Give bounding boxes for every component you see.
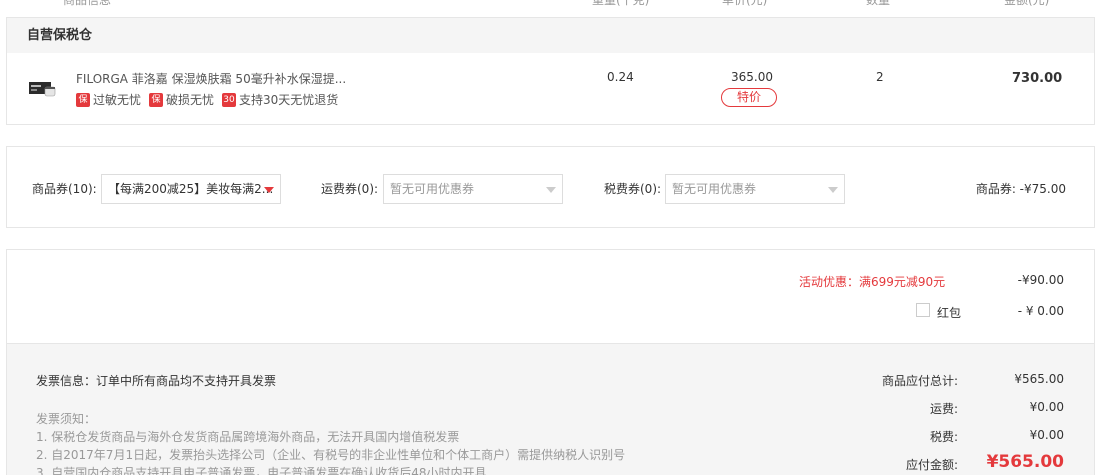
redpacket-value: - ¥ 0.00	[1017, 304, 1064, 318]
promotion-label: 活动优惠：满699元减90元	[799, 275, 946, 289]
invoice-note: 1. 保税仓发货商品与海外仓发货商品属跨境海外商品，无法开具国内增值税发票	[36, 430, 460, 444]
header-amount: 金额(元)	[1004, 0, 1050, 7]
promotion-value: -¥90.00	[1017, 273, 1064, 287]
payable-label: 应付金额:	[905, 458, 958, 472]
product-weight: 0.24	[607, 70, 634, 84]
header-quantity: 数量	[866, 0, 891, 7]
shipping-total-label: 运费:	[929, 402, 958, 416]
shipping-coupon-label: 运费券(0):	[321, 182, 379, 196]
tax-total-value: ¥0.00	[1029, 428, 1064, 442]
tax-coupon-value: 暂无可用优惠券	[672, 182, 757, 196]
shipping-coupon-select[interactable]: 暂无可用优惠券	[383, 174, 563, 204]
chevron-down-icon	[264, 187, 274, 193]
tax-total-label: 税费:	[929, 430, 958, 444]
payable-value: ¥565.00	[986, 452, 1064, 472]
invoice-info: 发票信息：订单中所有商品均不支持开具发票	[36, 374, 277, 388]
product-amount: 730.00	[1012, 71, 1063, 86]
return-30-icon: 30	[222, 92, 237, 107]
header-weight: 重量(千克)	[592, 0, 650, 7]
product-name-link[interactable]: FILORGA 菲洛嘉 保湿焕肤霜 50毫升补水保湿提...	[76, 70, 346, 87]
redpacket-checkbox[interactable]	[916, 303, 930, 317]
invoice-notes-title: 发票须知：	[36, 412, 97, 426]
invoice-note: 2. 自2017年7月1日起，发票抬头选择公司（企业、有税号的非企业性单位和个体…	[36, 448, 626, 462]
coupon-discount-summary: 商品券: -¥75.00	[975, 182, 1066, 196]
summary-section: 活动优惠：满699元减90元 -¥90.00 红包 - ¥ 0.00 发票信息：…	[6, 249, 1095, 475]
shipping-coupon-value: 暂无可用优惠券	[390, 182, 475, 196]
tag-damage: 保 破损无忧	[149, 91, 214, 108]
tax-coupon-select[interactable]: 暂无可用优惠券	[665, 174, 845, 204]
chevron-down-icon	[828, 187, 838, 193]
guarantee-icon: 保	[149, 92, 164, 107]
product-row: FILORGA 菲洛嘉 保湿焕肤霜 50毫升补水保湿提... 保 过敏无忧 保 …	[7, 53, 1094, 125]
goods-total-value: ¥565.00	[1014, 372, 1064, 386]
tag-label: 过敏无忧	[93, 93, 142, 107]
guarantee-icon: 保	[76, 92, 90, 107]
tag-return: 30 支持30天无忧退货	[222, 91, 338, 108]
header-unit-price: 单价(元)	[722, 0, 768, 7]
goods-coupon-value: 【每满200减25】美妆每满2...	[108, 182, 274, 196]
invoice-notes: 发票须知： 1. 保税仓发货商品与海外仓发货商品属跨境海外商品，无法开具国内增值…	[36, 410, 625, 475]
invoice-note: 3. 自营国内仓商品支持开具电子普通发票，电子普通发票在确认收货后48小时内开具	[36, 466, 487, 475]
service-tags: 保 过敏无忧 保 破损无忧 30 支持30天无忧退货	[76, 91, 346, 108]
tag-label: 支持30天无忧退货	[239, 93, 339, 107]
goods-total-label: 商品应付总计:	[881, 374, 958, 388]
warehouse-title: 自营保税仓	[7, 18, 1094, 53]
special-price-badge: 特价	[721, 88, 777, 107]
goods-coupon-select[interactable]: 【每满200减25】美妆每满2...	[101, 174, 281, 204]
product-unit-price: 365.00	[731, 70, 773, 84]
table-header: 商品信息 重量(千克) 单价(元) 数量 金额(元)	[0, 0, 1104, 9]
order-block: 自营保税仓 FILORGA 菲洛嘉 保湿焕肤霜 50毫升补水保湿提... 保 过…	[6, 17, 1095, 125]
shipping-total-value: ¥0.00	[1029, 400, 1064, 414]
goods-coupon-label: 商品券(10):	[32, 182, 97, 196]
product-quantity: 2	[876, 70, 884, 84]
product-thumbnail[interactable]	[27, 77, 57, 101]
chevron-down-icon	[546, 187, 556, 193]
header-product: 商品信息	[63, 0, 112, 7]
tag-allergy: 保 过敏无忧	[76, 91, 141, 108]
coupon-section: 商品券(10): 【每满200减25】美妆每满2... 运费券(0): 暂无可用…	[6, 146, 1095, 228]
tag-label: 破损无忧	[166, 93, 215, 107]
redpacket-label: 红包	[937, 306, 962, 320]
invoice-totals-panel: 发票信息：订单中所有商品均不支持开具发票 发票须知： 1. 保税仓发货商品与海外…	[7, 343, 1094, 475]
tax-coupon-label: 税费券(0):	[604, 182, 662, 196]
